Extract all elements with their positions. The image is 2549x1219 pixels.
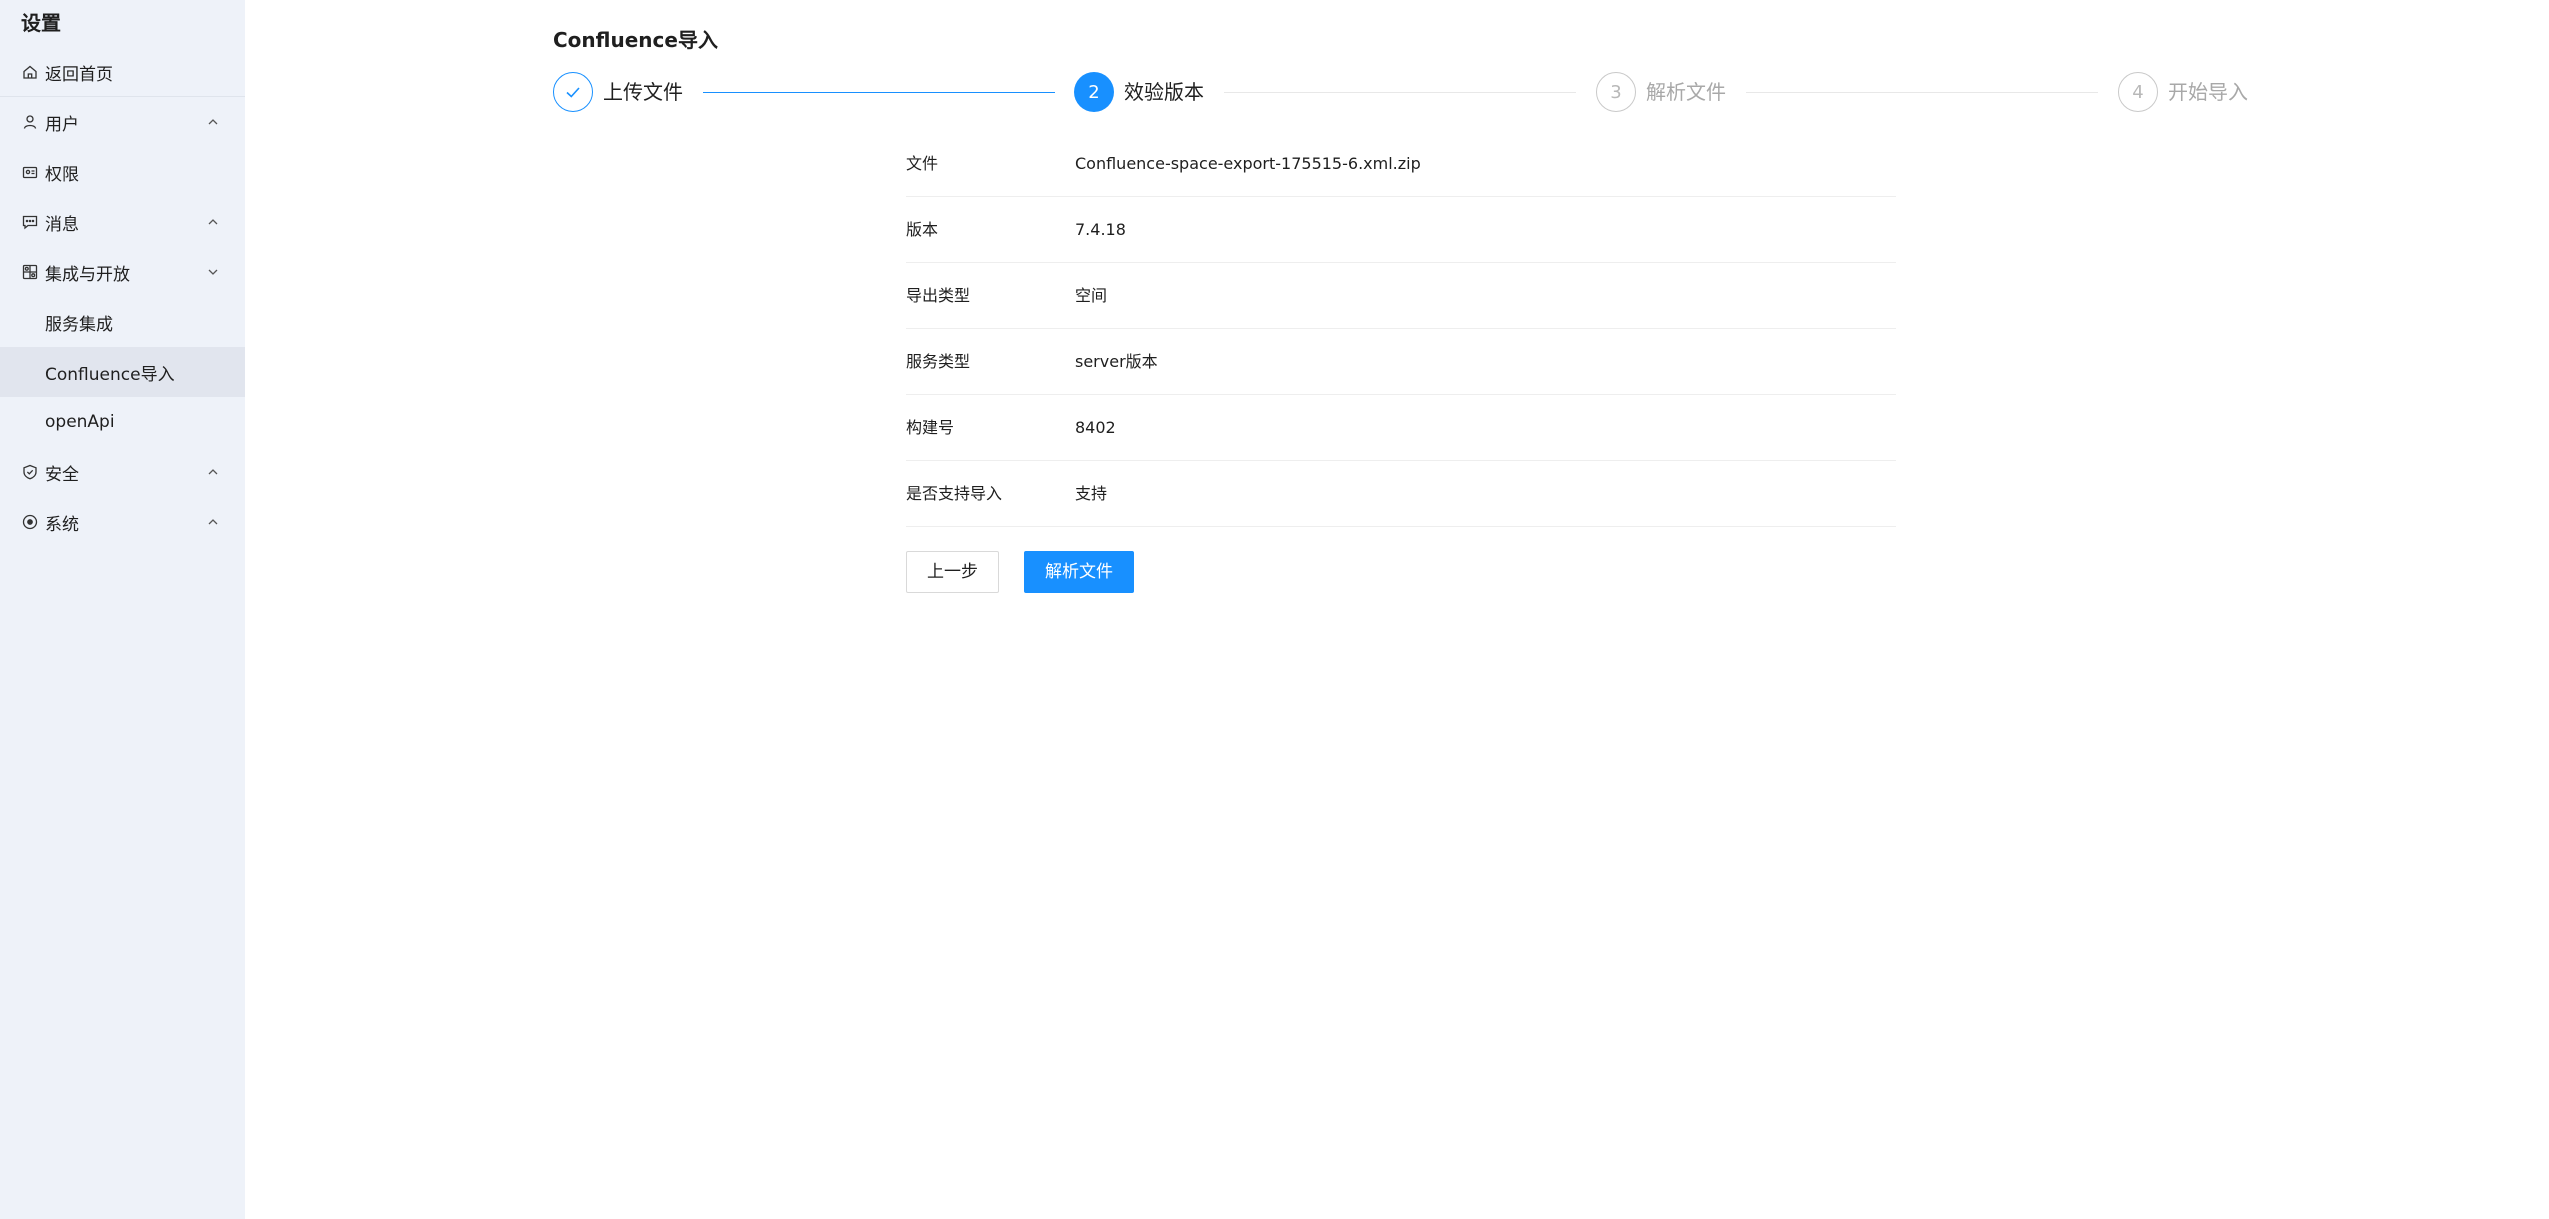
info-key: 版本 bbox=[906, 220, 939, 239]
info-value: server版本 bbox=[1075, 352, 1158, 371]
info-key: 构建号 bbox=[906, 418, 955, 437]
integration-icon bbox=[21, 264, 38, 281]
sidebar-item-label: 服务集成 bbox=[45, 314, 113, 335]
sidebar-item-permissions[interactable]: 权限 bbox=[0, 147, 245, 197]
sidebar-item-service-integration[interactable]: 服务集成 bbox=[0, 297, 245, 347]
app-root: 设置 返回首页 用户 权限 消息 集成与开放 服务集成 Confluence导入… bbox=[0, 0, 2549, 1219]
sidebar-title: 设置 bbox=[21, 11, 61, 35]
sidebar-item-system[interactable]: 系统 bbox=[0, 497, 245, 547]
sidebar-item-security[interactable]: 安全 bbox=[0, 447, 245, 497]
info-row-version: 版本 7.4.18 bbox=[906, 197, 1896, 263]
step-2-label: 效验版本 bbox=[1124, 80, 1204, 104]
permission-icon bbox=[21, 164, 38, 181]
security-shield-icon bbox=[21, 464, 38, 481]
info-row-service-type: 服务类型 server版本 bbox=[906, 329, 1896, 395]
info-row-import-supported: 是否支持导入 支持 bbox=[906, 461, 1896, 527]
step-4-label: 开始导入 bbox=[2168, 80, 2248, 104]
user-icon bbox=[21, 114, 38, 131]
info-value: 空间 bbox=[1075, 286, 1108, 305]
sidebar-item-label: 消息 bbox=[45, 214, 79, 235]
import-steps: 上传文件 2 效验版本 3 解析文件 4 开始导入 bbox=[553, 72, 2253, 114]
sidebar-item-label: 返回首页 bbox=[45, 64, 113, 85]
info-key: 服务类型 bbox=[906, 352, 971, 371]
step-2-number: 2 bbox=[1074, 72, 1114, 112]
system-icon bbox=[21, 514, 38, 531]
step-1-check-icon bbox=[553, 72, 593, 112]
prev-step-button[interactable]: 上一步 bbox=[906, 551, 999, 593]
sidebar-item-confluence-import[interactable]: Confluence导入 bbox=[0, 347, 245, 397]
chevron-up-icon bbox=[206, 115, 220, 129]
sidebar-item-messages[interactable]: 消息 bbox=[0, 197, 245, 247]
sidebar-item-label: 集成与开放 bbox=[45, 264, 130, 285]
sidebar-item-home[interactable]: 返回首页 bbox=[0, 47, 245, 97]
info-value: 7.4.18 bbox=[1075, 220, 1126, 239]
info-row-export-type: 导出类型 空间 bbox=[906, 263, 1896, 329]
info-key: 是否支持导入 bbox=[906, 484, 1003, 503]
info-value: Confluence-space-export-175515-6.xml.zip bbox=[1075, 154, 1421, 173]
sidebar-item-label: 权限 bbox=[45, 164, 79, 185]
chevron-up-icon bbox=[206, 515, 220, 529]
step-3-connector bbox=[1746, 92, 2098, 93]
sidebar-item-users[interactable]: 用户 bbox=[0, 97, 245, 147]
chevron-up-icon bbox=[206, 215, 220, 229]
info-key: 导出类型 bbox=[906, 286, 971, 305]
sidebar-item-label: 用户 bbox=[45, 114, 79, 135]
info-value: 支持 bbox=[1075, 484, 1108, 503]
page-title: Confluence导入 bbox=[553, 28, 718, 52]
sidebar-item-label: 系统 bbox=[45, 514, 79, 535]
step-3-label: 解析文件 bbox=[1646, 80, 1726, 104]
settings-sidebar: 设置 返回首页 用户 权限 消息 集成与开放 服务集成 Confluence导入… bbox=[0, 0, 245, 1219]
step-4-number: 4 bbox=[2118, 72, 2158, 112]
info-row-build-number: 构建号 8402 bbox=[906, 395, 1896, 461]
chevron-down-icon bbox=[206, 265, 220, 279]
info-key: 文件 bbox=[906, 154, 939, 173]
info-value: 8402 bbox=[1075, 418, 1116, 437]
step-1-label: 上传文件 bbox=[603, 80, 683, 104]
home-icon bbox=[21, 64, 38, 81]
parse-file-button[interactable]: 解析文件 bbox=[1024, 551, 1134, 593]
step-1-connector bbox=[703, 92, 1055, 93]
sidebar-item-integration[interactable]: 集成与开放 bbox=[0, 247, 245, 297]
step-2-connector bbox=[1224, 92, 1576, 93]
sidebar-item-label: 安全 bbox=[45, 464, 79, 485]
version-info-table: 文件 Confluence-space-export-175515-6.xml.… bbox=[906, 131, 1896, 527]
sidebar-item-label: openApi bbox=[45, 412, 115, 432]
chevron-up-icon bbox=[206, 465, 220, 479]
message-icon bbox=[21, 214, 38, 231]
sidebar-item-openapi[interactable]: openApi bbox=[0, 397, 245, 447]
info-row-file: 文件 Confluence-space-export-175515-6.xml.… bbox=[906, 131, 1896, 197]
step-3-number: 3 bbox=[1596, 72, 1636, 112]
sidebar-item-label: Confluence导入 bbox=[45, 364, 175, 385]
